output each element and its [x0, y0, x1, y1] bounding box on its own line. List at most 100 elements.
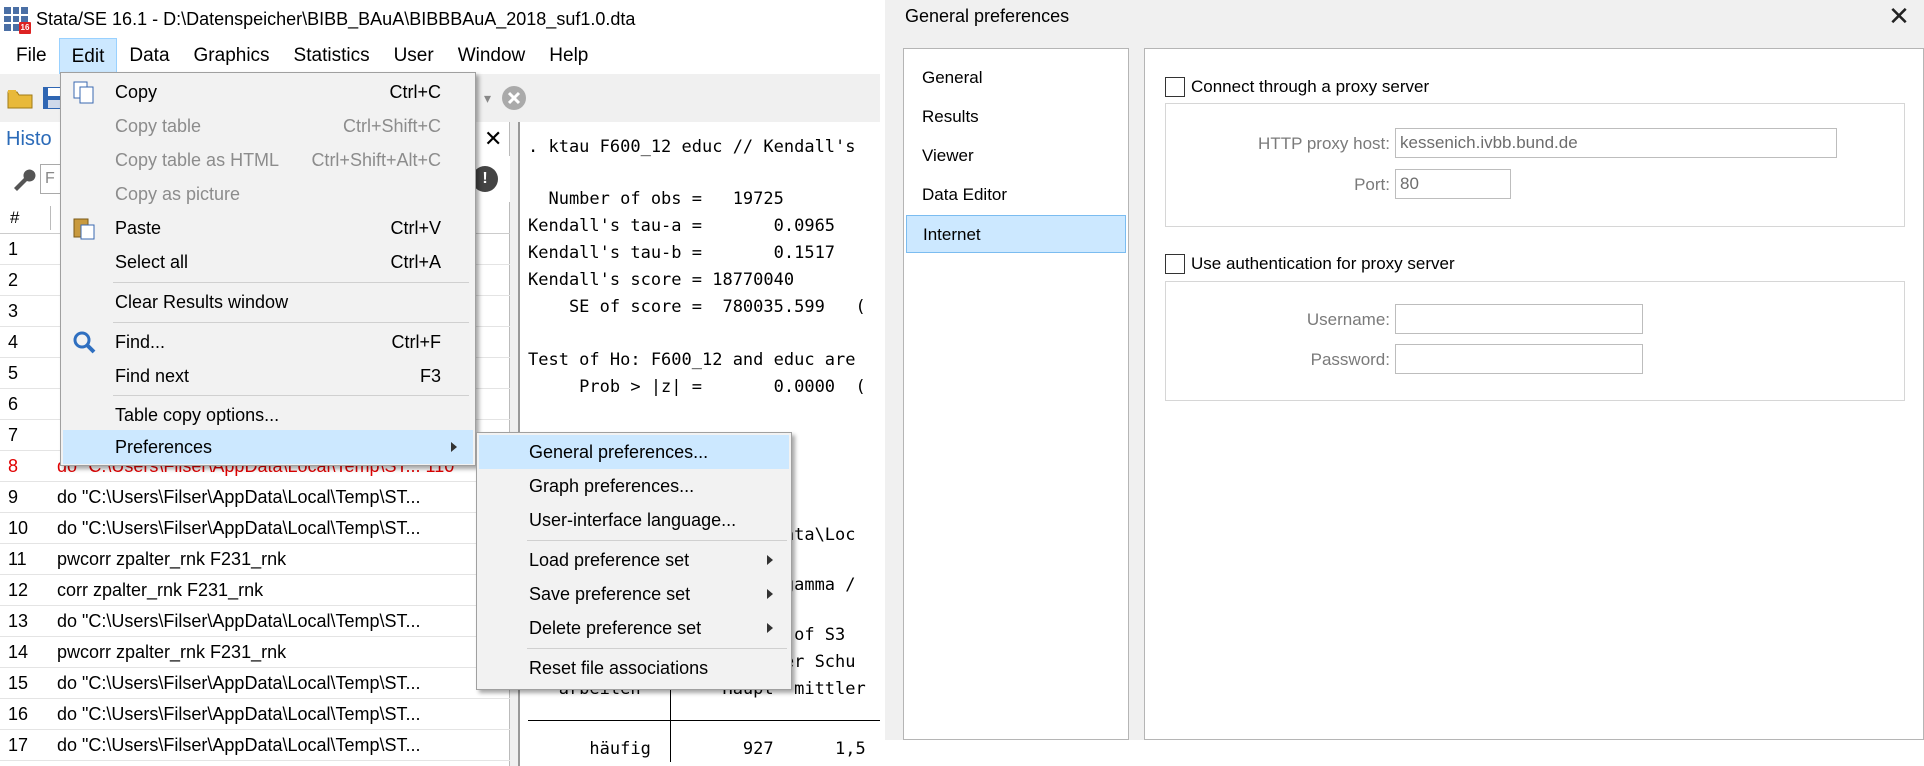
history-row-command: do "C:\Users\Filser\AppData\Local\Temp\S…: [57, 611, 421, 631]
menu-item-select-all[interactable]: Select all Ctrl+A: [63, 245, 473, 279]
results-line: SE of score = 780035.599 (: [528, 297, 866, 317]
submenu-item-delete-preference-set[interactable]: Delete preference set: [479, 611, 789, 645]
close-icon[interactable]: ✕: [1885, 2, 1913, 30]
menu-item-shortcut: Ctrl+V: [390, 218, 441, 238]
port-input[interactable]: 80: [1395, 169, 1511, 199]
menu-item-copy-table-html[interactable]: Copy table as HTML Ctrl+Shift+Alt+C: [63, 143, 473, 177]
paste-icon: [73, 218, 95, 240]
menu-file[interactable]: File: [4, 38, 59, 74]
proxy-checkbox-row[interactable]: Connect through a proxy server: [1165, 75, 1429, 99]
nav-item-results[interactable]: Results: [906, 98, 1126, 136]
password-input[interactable]: [1395, 344, 1643, 374]
history-row[interactable]: 16 do "C:\Users\Filser\AppData\Local\Temp…: [0, 699, 510, 730]
password-label: Password:: [1310, 350, 1390, 369]
history-row-number: 15: [8, 673, 29, 693]
results-line: Prob > |z| = 0.0000 (: [528, 377, 866, 397]
history-row[interactable]: 9 do "C:\Users\Filser\AppData\Local\Temp\…: [0, 482, 510, 513]
proxy-checkbox[interactable]: [1165, 77, 1185, 97]
menu-item-shortcut: Ctrl+F: [391, 332, 442, 352]
menu-item-find[interactable]: Find... Ctrl+F: [63, 325, 473, 359]
menu-help[interactable]: Help: [537, 38, 600, 74]
break-icon[interactable]: [500, 84, 528, 112]
history-row[interactable]: 17 do "C:\Users\Filser\AppData\Local\Temp…: [0, 730, 510, 761]
menu-edit[interactable]: Edit: [58, 38, 118, 74]
menu-window[interactable]: Window: [446, 38, 538, 74]
menu-item-label: Find next: [115, 366, 190, 386]
history-row-number: 16: [8, 704, 29, 724]
history-row-number: 1: [8, 239, 19, 259]
history-row-command: do "C:\Users\Filser\AppData\Local\Temp\S…: [57, 518, 421, 538]
table-horizontal-rule: [528, 720, 880, 721]
menu-item-copy[interactable]: Copy Ctrl+C: [63, 75, 473, 109]
submenu-item-load-preference-set[interactable]: Load preference set: [479, 543, 789, 577]
open-folder-icon[interactable]: [6, 84, 34, 112]
menu-statistics[interactable]: Statistics: [282, 38, 382, 74]
username-label: Username:: [1306, 310, 1390, 329]
nav-item-viewer[interactable]: Viewer: [906, 137, 1126, 175]
wrench-icon[interactable]: [10, 166, 36, 192]
menu-item-copy-as-picture[interactable]: Copy as picture: [63, 177, 473, 211]
submenu-arrow-icon: [451, 442, 457, 452]
history-row-number: 11: [8, 549, 27, 569]
dropdown-arrow-icon[interactable]: ▾: [484, 90, 491, 107]
submenu-item-label: Save preference set: [529, 584, 691, 604]
submenu-item-general-preferences[interactable]: General preferences...: [479, 435, 789, 469]
submenu-arrow-icon: [767, 555, 773, 565]
menu-item-shortcut: Ctrl+C: [389, 82, 441, 102]
submenu-item-ui-language[interactable]: User-interface language...: [479, 503, 789, 537]
menu-separator: [113, 282, 469, 283]
submenu-item-save-preference-set[interactable]: Save preference set: [479, 577, 789, 611]
menu-item-preferences[interactable]: Preferences: [63, 430, 473, 464]
submenu-item-label: Delete preference set: [529, 618, 702, 638]
close-history-icon[interactable]: ✕: [484, 126, 502, 152]
history-row-command: do "C:\Users\Filser\AppData\Local\Temp\S…: [57, 487, 421, 507]
history-row-number: 12: [8, 580, 29, 600]
menu-item-table-copy-options[interactable]: Table copy options...: [63, 398, 473, 432]
http-host-input[interactable]: kessenich.ivbb.bund.de: [1395, 128, 1837, 158]
menu-item-clear-results[interactable]: Clear Results window: [63, 285, 473, 319]
proxy-checkbox-label: Connect through a proxy server: [1191, 77, 1430, 96]
edit-menu: Copy Ctrl+C Copy table Ctrl+Shift+C Copy…: [60, 72, 476, 466]
submenu-item-label: General preferences...: [529, 442, 709, 462]
menu-user[interactable]: User: [382, 38, 446, 74]
menu-item-label: Copy table: [115, 116, 202, 136]
history-row-command: pwcorr zpalter_rnk F231_rnk: [57, 549, 287, 569]
auth-checkbox[interactable]: [1165, 254, 1185, 274]
menu-item-shortcut: Ctrl+Shift+C: [342, 116, 441, 136]
results-command-line: . ktau F600_12 educ // Kendall's: [528, 137, 856, 157]
menu-item-find-next[interactable]: Find next F3: [63, 359, 473, 393]
port-label: Port:: [1354, 175, 1390, 194]
auth-checkbox-row[interactable]: Use authentication for proxy server: [1165, 252, 1455, 276]
history-row[interactable]: 15 do "C:\Users\Filser\AppData\Local\Temp…: [0, 668, 510, 699]
nav-item-internet[interactable]: Internet: [906, 215, 1126, 253]
window-title: Stata/SE 16.1 - D:\Datenspeicher\BIBB_BA…: [36, 8, 636, 29]
logo-badge: 16: [19, 22, 31, 34]
history-row[interactable]: 12 corr zpalter_rnk F231_rnk: [0, 575, 510, 606]
menu-item-copy-table[interactable]: Copy table Ctrl+Shift+C: [63, 109, 473, 143]
submenu-item-graph-preferences[interactable]: Graph preferences...: [479, 469, 789, 503]
menu-separator: [113, 322, 469, 323]
menu-item-label: Copy: [115, 82, 158, 102]
history-row[interactable]: 11 pwcorr zpalter_rnk F231_rnk: [0, 544, 510, 575]
history-row[interactable]: 10 do "C:\Users\Filser\AppData\Local\Temp…: [0, 513, 510, 544]
history-row-command: do "C:\Users\Filser\AppData\Local\Temp\S…: [57, 735, 421, 755]
submenu-item-reset-file-associations[interactable]: Reset file associations: [479, 651, 789, 685]
menu-item-label: Preferences: [115, 437, 213, 457]
results-line: Test of Ho: F600_12 and educ are: [528, 350, 856, 370]
nav-item-data-editor[interactable]: Data Editor: [906, 176, 1126, 214]
submenu-item-label: Graph preferences...: [529, 476, 695, 496]
nav-item-general[interactable]: General: [906, 59, 1126, 97]
menu-data[interactable]: Data: [117, 38, 181, 74]
username-input[interactable]: [1395, 304, 1643, 334]
menu-item-paste[interactable]: Paste Ctrl+V: [63, 211, 473, 245]
menu-graphics[interactable]: Graphics: [182, 38, 282, 74]
history-row[interactable]: 13 do "C:\Users\Filser\AppData\Local\Temp…: [0, 606, 510, 637]
stata-logo-icon: 16: [4, 7, 31, 34]
proxy-settings-group: HTTP proxy host: kessenich.ivbb.bund.de …: [1165, 103, 1905, 227]
column-number-header[interactable]: #: [10, 208, 19, 228]
submenu-item-label: Load preference set: [529, 550, 690, 570]
history-row-number: 9: [8, 487, 19, 507]
history-row[interactable]: 14 pwcorr zpalter_rnk F231_rnk: [0, 637, 510, 668]
magnifier-icon: [73, 331, 96, 354]
history-row-command: pwcorr zpalter_rnk F231_rnk: [57, 642, 287, 662]
